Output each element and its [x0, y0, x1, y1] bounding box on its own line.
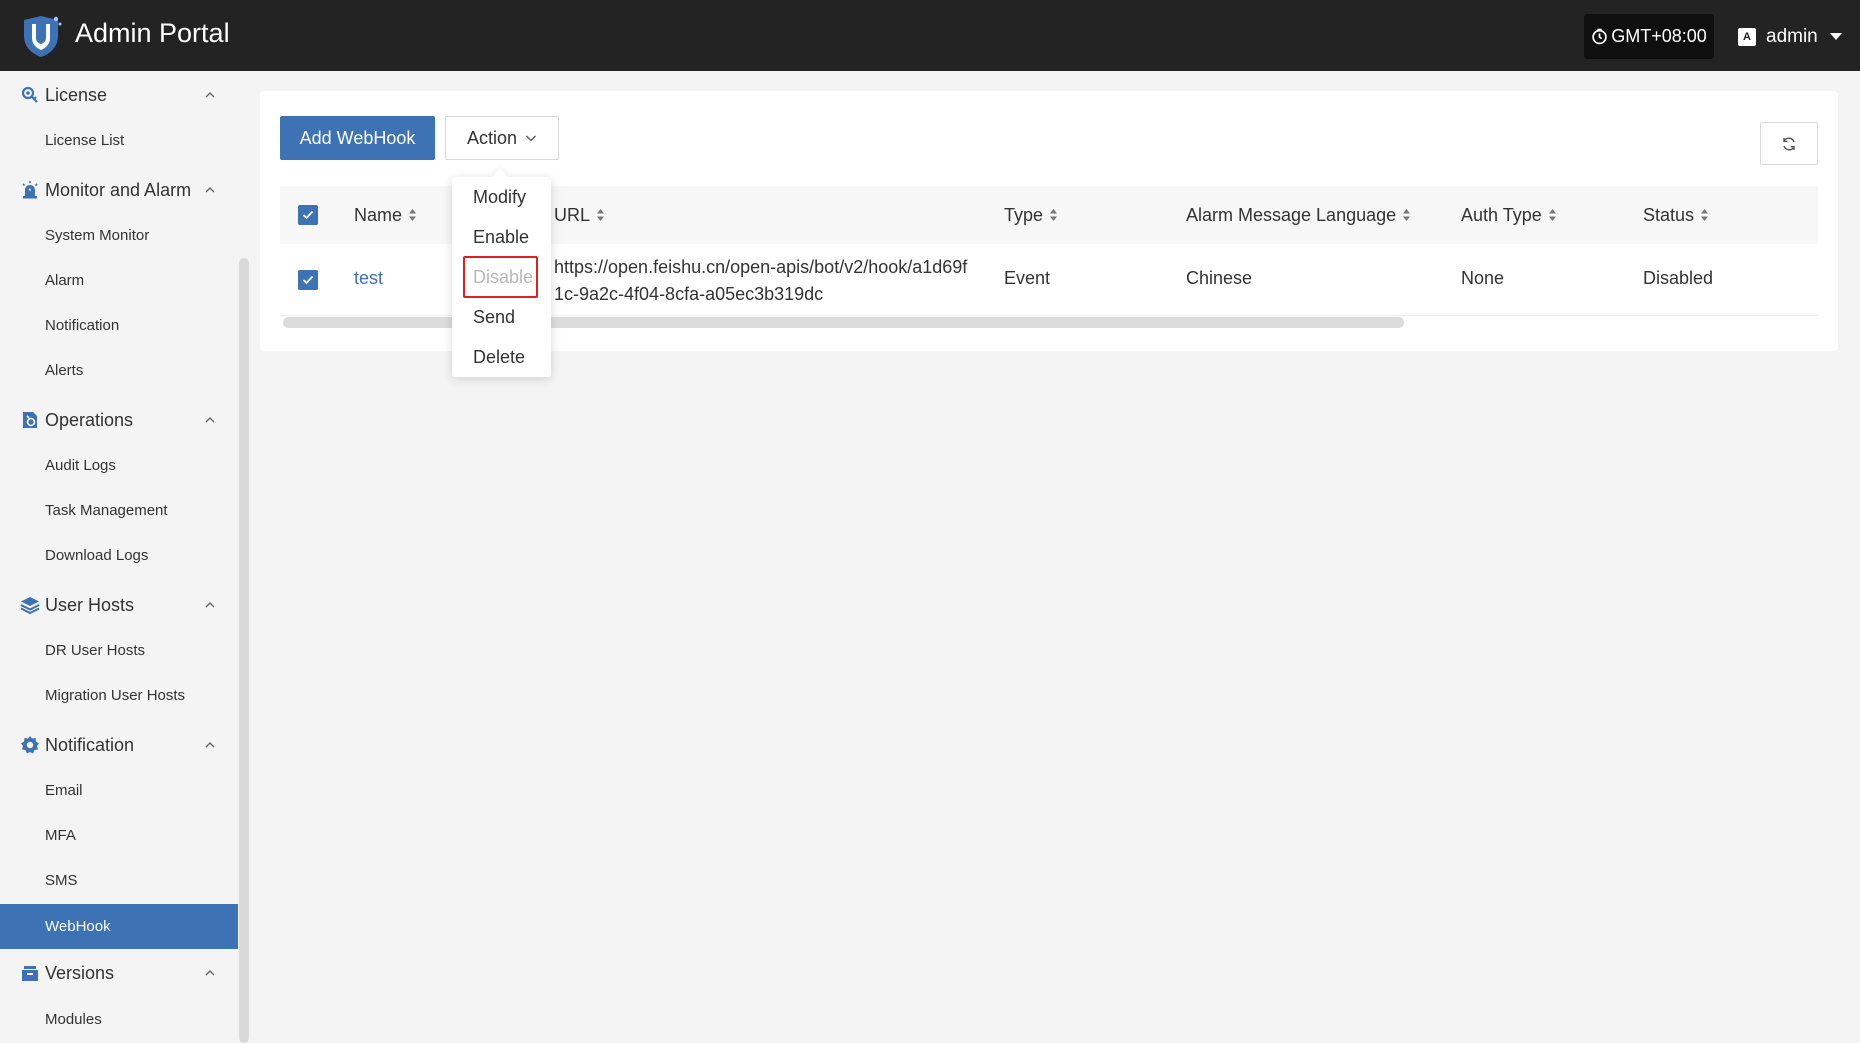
chevron-up-icon[interactable] [204, 89, 216, 101]
action-label: Action [466, 127, 518, 148]
sort-icon [1403, 209, 1411, 221]
sidebar-item-webhook[interactable]: WebHook [0, 904, 238, 949]
sidebar-item-dr-user-hosts[interactable]: DR User Hosts [0, 628, 238, 673]
sidebar-item-mfa[interactable]: MFA [0, 813, 238, 858]
chevron-up-icon[interactable] [204, 967, 216, 979]
user-menu[interactable]: A admin [1738, 14, 1842, 59]
sidebar-item-notification[interactable]: Notification [0, 303, 238, 348]
top-header: Admin Portal GMT+08:00 A admin [0, 0, 1860, 71]
sidebar-scrollbar[interactable] [239, 258, 249, 1043]
webhook-auth-type: None [1461, 268, 1505, 288]
sidebar-group-label: Monitor and Alarm [45, 179, 192, 200]
shield-logo-icon [24, 16, 62, 57]
check-icon [302, 275, 314, 285]
sidebar-item-task-management[interactable]: Task Management [0, 488, 238, 533]
chevron-up-icon[interactable] [204, 599, 216, 611]
sidebar-group-user-hosts[interactable]: User Hosts [0, 583, 238, 627]
sort-icon [1050, 209, 1058, 221]
menu-item-send[interactable]: Send [452, 297, 551, 337]
sidebar-group-notification[interactable]: Notification [0, 723, 238, 767]
gear-icon [21, 736, 39, 754]
key-gear-icon [21, 86, 38, 103]
sidebar-group-label: Operations [45, 409, 134, 430]
sidebar-item-sms[interactable]: SMS [0, 858, 238, 903]
sidebar-item-alerts[interactable]: Alerts [0, 348, 238, 393]
app-title: Admin Portal [75, 18, 230, 48]
add-webhook-button[interactable]: Add WebHook [280, 116, 435, 160]
column-header-url[interactable]: URL [554, 186, 605, 244]
clock-icon [1592, 28, 1607, 45]
sidebar-item-download-logs[interactable]: Download Logs [0, 533, 238, 578]
username[interactable]: admin [1766, 26, 1818, 48]
refresh-icon [1783, 137, 1795, 150]
sidebar: License License List Monitor and Alarm S… [0, 71, 238, 1043]
sidebar-item-modules[interactable]: Modules [0, 997, 238, 1042]
caret-down-icon[interactable] [1829, 33, 1842, 40]
timezone-button[interactable]: GMT+08:00 [1584, 14, 1714, 59]
sidebar-item-migration-user-hosts[interactable]: Migration User Hosts [0, 673, 238, 718]
column-header-name[interactable]: Name [354, 186, 417, 244]
row-checkbox[interactable] [298, 270, 318, 290]
webhook-name-link[interactable]: test [354, 268, 383, 289]
box-icon [22, 966, 38, 981]
operations-icon [23, 412, 37, 428]
chevron-up-icon[interactable] [204, 414, 216, 426]
timezone-label: GMT+08:00 [1611, 26, 1707, 46]
layers-icon [20, 597, 40, 615]
sidebar-group-monitor-alarm[interactable]: Monitor and Alarm [0, 168, 238, 212]
column-header-alarm-language[interactable]: Alarm Message Language [1186, 186, 1411, 244]
column-header-type[interactable]: Type [1004, 186, 1058, 244]
chevron-up-icon[interactable] [204, 184, 216, 196]
sidebar-item-email[interactable]: Email [0, 768, 238, 813]
menu-item-delete[interactable]: Delete [452, 337, 551, 377]
highlight-box [463, 256, 538, 298]
sidebar-group-label: Notification [45, 734, 135, 755]
webhook-status: Disabled [1643, 268, 1714, 288]
webhook-url: https://open.feishu.cn/open-apis/bot/v2/… [554, 257, 968, 304]
sidebar-item-audit-logs[interactable]: Audit Logs [0, 443, 238, 488]
column-header-auth-type[interactable]: Auth Type [1461, 186, 1557, 244]
sidebar-group-label: License [45, 84, 108, 105]
sort-icon [597, 209, 605, 221]
sidebar-item-license-list[interactable]: License List [0, 118, 238, 163]
sidebar-group-label: Versions [45, 962, 115, 983]
webhook-language: Chinese [1186, 268, 1253, 288]
webhook-type: Event [1004, 268, 1051, 288]
column-header-status[interactable]: Status [1643, 186, 1709, 244]
sort-icon [409, 209, 417, 221]
menu-item-modify[interactable]: Modify [452, 177, 551, 217]
sidebar-group-label: User Hosts [45, 594, 135, 615]
sidebar-item-alarm[interactable]: Alarm [0, 258, 238, 303]
sort-icon [1701, 209, 1709, 221]
sidebar-group-versions[interactable]: Versions [0, 951, 238, 995]
sidebar-group-operations[interactable]: Operations [0, 398, 238, 442]
menu-item-enable[interactable]: Enable [452, 217, 551, 257]
chevron-up-icon[interactable] [204, 739, 216, 751]
language-icon[interactable]: A [1738, 27, 1756, 46]
sort-icon [1548, 209, 1556, 221]
chevron-down-icon [526, 135, 536, 142]
sidebar-group-license[interactable]: License [0, 73, 238, 117]
select-all-checkbox[interactable] [298, 205, 318, 225]
sidebar-item-system-monitor[interactable]: System Monitor [0, 213, 238, 258]
check-icon [302, 210, 314, 220]
refresh-button[interactable] [1760, 122, 1818, 165]
action-dropdown-button[interactable]: Action [445, 116, 559, 160]
alarm-light-icon [22, 181, 38, 199]
